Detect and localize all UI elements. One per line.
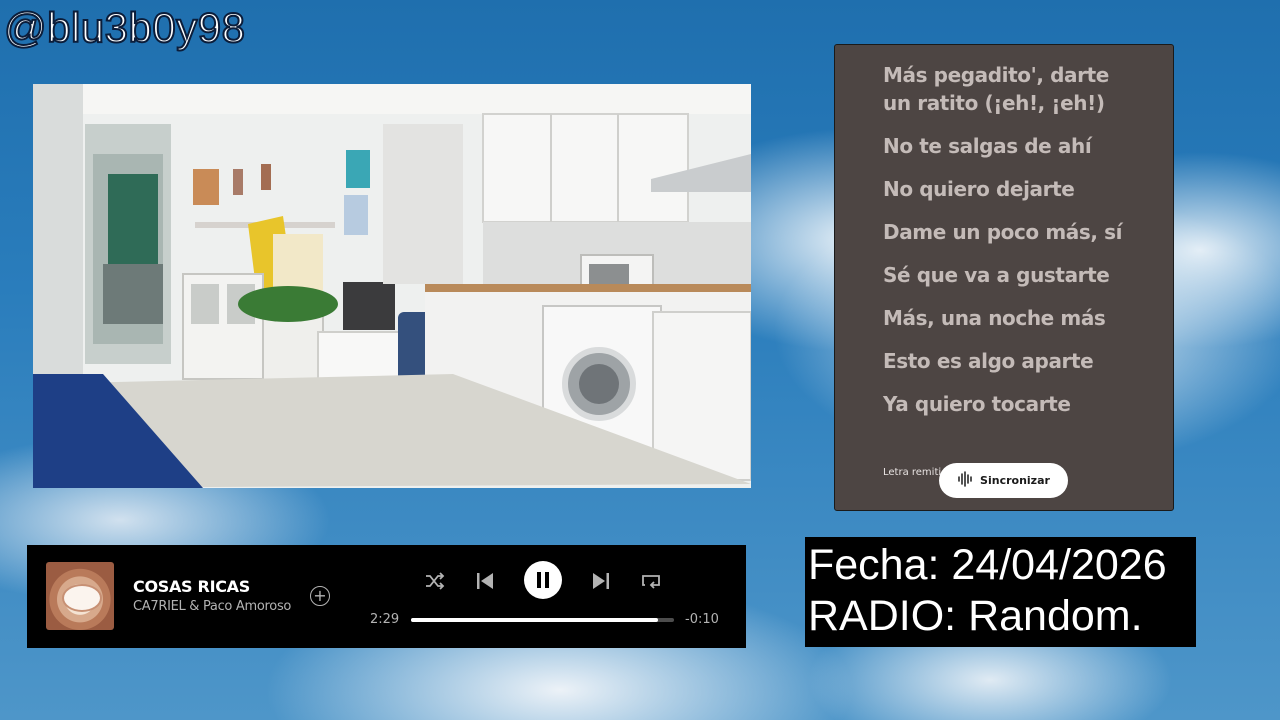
track-artist[interactable]: CA7RIEL & Paco Amoroso — [133, 599, 293, 614]
lyric-line: Dame un poco más, sí — [883, 220, 1123, 244]
play-pause-button[interactable] — [524, 561, 562, 599]
track-title[interactable]: COSAS RICAS — [133, 577, 250, 596]
lyrics-credit: Letra remiti — [883, 467, 942, 478]
pause-icon — [537, 572, 549, 588]
now-playing-bar: COSAS RICAS CA7RIEL & Paco Amoroso + 2:2… — [27, 545, 746, 648]
date-line: Fecha: 24/04/2026 — [808, 541, 1167, 589]
lyric-line: Más, una noche más — [883, 306, 1106, 330]
webcam-view — [33, 84, 751, 488]
add-circle-icon[interactable]: + — [310, 586, 330, 606]
remaining-time: -0:10 — [685, 612, 719, 627]
shuffle-icon[interactable] — [424, 571, 446, 595]
elapsed-time: 2:29 — [370, 612, 400, 627]
next-icon[interactable] — [591, 571, 611, 595]
lyric-line: un ratito (¡eh!, ¡eh!) — [883, 91, 1105, 115]
lyric-line: No te salgas de ahí — [883, 134, 1092, 158]
lyric-line: No quiero dejarte — [883, 177, 1075, 201]
channel-handle: @blu3b0y98 — [3, 3, 246, 52]
previous-icon[interactable] — [475, 571, 495, 595]
progress-bar[interactable] — [411, 618, 674, 622]
lyric-line: Esto es algo aparte — [883, 349, 1094, 373]
radio-line: RADIO: Random. — [808, 592, 1143, 640]
lyric-line: Más pegadito', darte — [883, 63, 1109, 87]
sync-button[interactable]: Sincronizar — [939, 463, 1068, 498]
lyric-line: Sé que va a gustarte — [883, 263, 1110, 287]
sync-label: Sincronizar — [980, 474, 1050, 487]
repeat-icon[interactable] — [640, 571, 662, 595]
progress-fill — [411, 618, 659, 622]
lyric-line: Ya quiero tocarte — [883, 392, 1071, 416]
waveform-icon — [957, 471, 973, 490]
info-box: Fecha: 24/04/2026 RADIO: Random. — [805, 537, 1196, 647]
album-cover[interactable] — [46, 562, 114, 630]
lyrics-panel: Más pegadito', darte un ratito (¡eh!, ¡e… — [834, 44, 1174, 511]
